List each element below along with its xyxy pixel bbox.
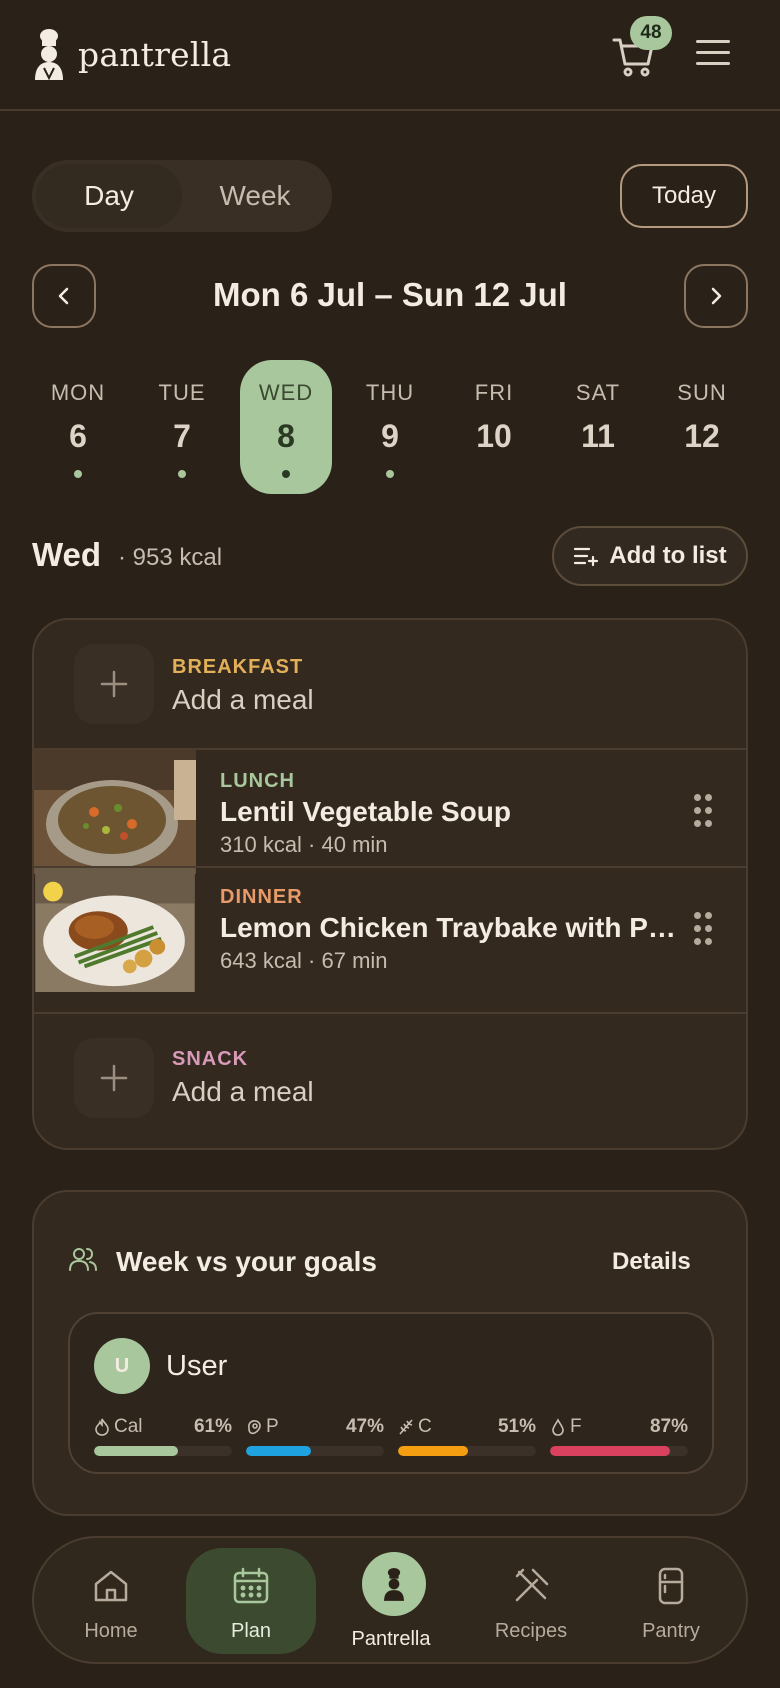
snack-label: SNACK [172, 1048, 249, 1070]
breakfast-slot[interactable]: BREAKFAST Add a meal [34, 620, 746, 748]
add-snack-button[interactable] [74, 1038, 154, 1118]
selected-day-label: Wed [32, 536, 102, 573]
meal-plan-screen: pantrella 48 Day Week Today Mon 6 Jul – … [0, 0, 780, 1688]
chevron-left-icon [58, 287, 69, 305]
view-toggle: Day Week [32, 160, 332, 232]
dinner-meal-meta: 643 kcal · 67 min [220, 948, 388, 973]
avatar: U [94, 1338, 150, 1394]
snack-slot[interactable]: SNACK Add a meal [34, 1012, 746, 1148]
day-sat[interactable]: SAT 11 [546, 360, 650, 494]
day-tue[interactable]: TUE 7 [130, 360, 234, 494]
dinner-meal-title[interactable]: Lemon Chicken Traybake with Potatoes [220, 912, 680, 944]
wheat-icon [399, 1419, 413, 1435]
plus-icon [100, 670, 128, 698]
day-mon[interactable]: MON 6 [26, 360, 130, 494]
nav-plan[interactable]: Plan [186, 1548, 316, 1654]
steak-icon [248, 1420, 261, 1435]
details-link[interactable]: Details [612, 1248, 691, 1276]
breakfast-label: BREAKFAST [172, 656, 304, 678]
day-selector: MON 6 TUE 7 WED 8 THU 9 FRI 10 SAT 11 SU [26, 360, 754, 494]
week-range-title: Mon 6 Jul – Sun 12 Jul [213, 276, 567, 313]
app-header: pantrella 48 [0, 0, 780, 111]
meals-card: BREAKFAST Add a meal LUNCH Lentil Vegeta… [32, 618, 748, 1150]
logo[interactable]: pantrella [32, 28, 231, 80]
nav-recipes[interactable]: Recipes [466, 1548, 596, 1654]
lentil-soup-image [34, 750, 196, 874]
home-icon [94, 1570, 128, 1602]
cart-count-badge: 48 [630, 16, 672, 50]
nav-pantrella[interactable]: Pantrella [326, 1548, 456, 1654]
lunch-meal-meta: 310 kcal · 40 min [220, 832, 388, 857]
day-sun[interactable]: SUN 12 [650, 360, 754, 494]
chef-icon [362, 1552, 426, 1616]
protein-metric: P 47% [246, 1416, 384, 1460]
day-view-tab[interactable]: Day [36, 164, 182, 228]
user-name: User [166, 1350, 228, 1382]
calendar-icon [233, 1567, 269, 1604]
next-week-button[interactable] [684, 264, 748, 328]
progress-bar [398, 1446, 469, 1456]
goals-title: Week vs your goals [116, 1246, 377, 1277]
carbs-metric: C 51% [398, 1416, 536, 1460]
users-icon [69, 1248, 97, 1271]
planned-dot [282, 470, 290, 478]
drag-handle-icon[interactable] [694, 794, 714, 828]
progress-bar [550, 1446, 671, 1456]
day-thu[interactable]: THU 9 [338, 360, 442, 494]
planned-dot [178, 470, 186, 478]
drag-handle-icon[interactable] [694, 912, 714, 946]
week-goals-card: Week vs your goals Details U User Cal 61… [32, 1190, 748, 1516]
nav-pantry[interactable]: Pantry [606, 1548, 736, 1654]
add-to-list-label: Add to list [609, 542, 727, 569]
week-view-tab[interactable]: Week [182, 164, 328, 228]
planned-dot [74, 470, 82, 478]
add-to-list-button[interactable]: Add to list [552, 526, 748, 586]
hamburger-menu-icon[interactable] [696, 40, 730, 70]
calories-metric: Cal 61% [94, 1416, 232, 1460]
nav-home[interactable]: Home [46, 1548, 176, 1654]
list-add-icon [574, 547, 599, 567]
lunch-label: LUNCH [220, 770, 295, 792]
previous-week-button[interactable] [32, 264, 96, 328]
add-breakfast-button[interactable] [74, 644, 154, 724]
progress-bar [94, 1446, 179, 1456]
snack-add-meal-text: Add a meal [172, 1076, 314, 1107]
dinner-meal-row[interactable]: DINNER Lemon Chicken Traybake with Potat… [34, 866, 746, 994]
bottom-navigation: Home Plan Pantrella Recipes Pantry [32, 1536, 748, 1664]
day-wed[interactable]: WED 8 [240, 360, 332, 494]
lunch-meal-row[interactable]: LUNCH Lentil Vegetable Soup 310 kcal · 4… [34, 748, 746, 874]
droplet-icon [552, 1418, 564, 1436]
plus-icon [100, 1064, 128, 1092]
flame-icon [95, 1418, 109, 1436]
chevron-right-icon [711, 287, 722, 305]
today-button[interactable]: Today [620, 164, 748, 228]
fridge-icon [658, 1567, 684, 1605]
utensils-icon [515, 1568, 549, 1602]
day-fri[interactable]: FRI 10 [442, 360, 546, 494]
fat-metric: F 87% [550, 1416, 688, 1460]
day-kcal-total: · 953 kcal [118, 544, 223, 571]
app-name: pantrella [78, 34, 232, 74]
dinner-label: DINNER [220, 886, 303, 908]
lemon-chicken-image [34, 868, 196, 994]
user-goals-card[interactable]: U User Cal 61% P 47% C 51% F 87% [68, 1312, 714, 1474]
progress-bar [246, 1446, 311, 1456]
planned-dot [386, 470, 394, 478]
lunch-meal-title[interactable]: Lentil Vegetable Soup [220, 796, 680, 828]
chef-logo-icon [35, 29, 63, 80]
breakfast-add-meal-text: Add a meal [172, 684, 314, 715]
